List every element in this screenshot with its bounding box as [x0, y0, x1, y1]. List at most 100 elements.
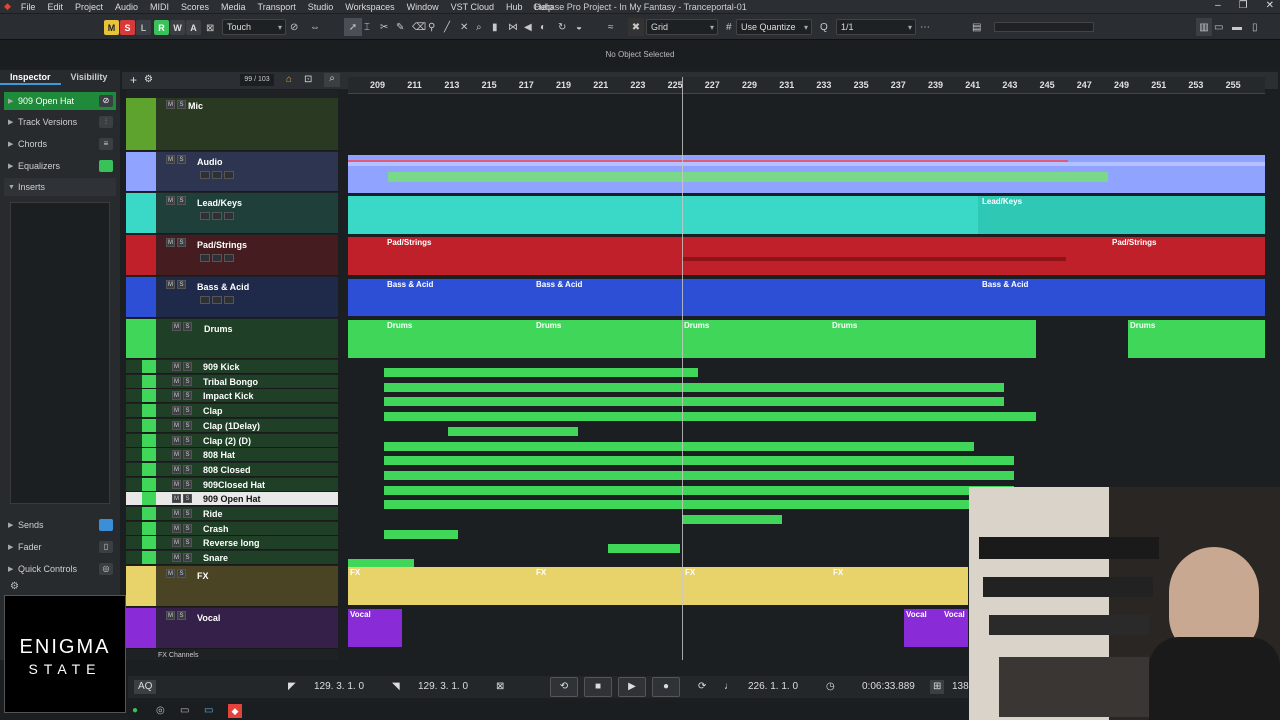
- drum-pattern-event[interactable]: [448, 426, 578, 436]
- glue-tool-icon[interactable]: ⚲: [428, 18, 435, 36]
- quantize-value-dropdown[interactable]: 1/1: [836, 19, 916, 35]
- solo-button[interactable]: S: [183, 322, 192, 331]
- solo-button[interactable]: S: [183, 494, 192, 504]
- monitor-button[interactable]: [212, 212, 222, 220]
- solo-button[interactable]: S: [183, 523, 192, 533]
- solo-button[interactable]: S: [183, 391, 192, 401]
- edit-button[interactable]: [224, 254, 234, 262]
- track-lead-keys[interactable]: MS Lead/Keys: [126, 193, 338, 234]
- color-tool-icon[interactable]: ◐: [540, 18, 546, 36]
- chords-icon[interactable]: ≡: [99, 138, 113, 150]
- mute-button[interactable]: M: [172, 362, 181, 371]
- track-audio[interactable]: MS Audio: [126, 152, 338, 192]
- vocal-event[interactable]: Vocal: [348, 609, 402, 647]
- drum-pattern-event[interactable]: [384, 441, 974, 451]
- cycle-button[interactable]: ⟲: [550, 677, 578, 697]
- minimize-icon[interactable]: –: [1215, 0, 1221, 11]
- tempo-sync-icon[interactable]: ⊞: [930, 680, 945, 694]
- time-warp-tool-icon[interactable]: ⋈: [508, 18, 518, 36]
- snap-type-dropdown[interactable]: Grid: [646, 19, 718, 35]
- restore-icon[interactable]: ❐: [1239, 0, 1248, 11]
- play-button[interactable]: ▶: [618, 677, 646, 697]
- solo-button[interactable]: S: [177, 196, 186, 205]
- line-tool-icon[interactable]: ╱: [444, 18, 450, 36]
- section-fader[interactable]: ▶ Fader ▯: [4, 538, 116, 556]
- track-height-icon[interactable]: ▤: [972, 18, 981, 36]
- mute-button[interactable]: M: [172, 538, 181, 548]
- track-vocal[interactable]: MS Vocal: [126, 608, 338, 649]
- range-tool-icon[interactable]: ⌶: [364, 18, 370, 36]
- menu-vst-cloud[interactable]: VST Cloud: [445, 2, 500, 12]
- mute-button[interactable]: M: [172, 494, 181, 504]
- erase-tool-icon[interactable]: ⌫: [412, 18, 426, 36]
- mute-button[interactable]: M: [166, 155, 175, 164]
- record-button[interactable]: [200, 212, 210, 220]
- search-icon[interactable]: ⌕: [324, 73, 340, 87]
- drums-event[interactable]: Drums: [1128, 320, 1265, 358]
- drum-subtrack[interactable]: M S Impact Kick: [126, 389, 338, 404]
- timeline-ruler[interactable]: 209 211 213 215 217 219 221 223 225 227 229 231 233 2…: [348, 77, 1265, 94]
- layout-icon-3[interactable]: ▬: [1232, 18, 1242, 36]
- mute-button[interactable]: M: [166, 100, 175, 109]
- edit-button[interactable]: [224, 212, 234, 220]
- solo-button[interactable]: S: [177, 611, 186, 620]
- close-icon[interactable]: ✕: [1266, 0, 1274, 11]
- grid-type-dropdown[interactable]: Use Quantize: [736, 19, 812, 35]
- mute-button[interactable]: M: [172, 376, 181, 386]
- menu-workspaces[interactable]: Workspaces: [339, 2, 400, 12]
- sends-bypass-icon[interactable]: [99, 519, 113, 531]
- right-locator-icon[interactable]: ◥: [392, 680, 400, 694]
- record-button[interactable]: [200, 296, 210, 304]
- add-track-icon[interactable]: +: [130, 73, 137, 87]
- drum-subtrack[interactable]: M S 909 Kick: [126, 360, 338, 374]
- cubase-taskbar-icon[interactable]: ◆: [228, 704, 242, 718]
- mute-button[interactable]: M: [172, 479, 181, 489]
- left-locator[interactable]: 129. 3. 1. 0: [314, 680, 364, 694]
- section-chords[interactable]: ▶ Chords ≡: [4, 135, 116, 153]
- drum-subtrack[interactable]: M S Snare: [126, 551, 338, 566]
- solo-button[interactable]: S: [183, 362, 192, 371]
- write-automation-button[interactable]: W: [170, 20, 185, 35]
- solo-toggle-button[interactable]: S: [120, 20, 135, 35]
- app-icon[interactable]: ◎: [156, 705, 165, 716]
- zoom-tool-icon[interactable]: ⌕: [476, 18, 482, 36]
- mute-button[interactable]: M: [166, 569, 175, 578]
- home-icon[interactable]: ⌂: [286, 74, 292, 85]
- solo-button[interactable]: S: [177, 569, 186, 578]
- mute-toggle-button[interactable]: M: [104, 20, 119, 35]
- drum-pattern-event[interactable]: [682, 515, 782, 524]
- tempo-value[interactable]: 138: [952, 680, 969, 694]
- record-button[interactable]: ●: [652, 677, 680, 697]
- mute-tool-icon[interactable]: ✕: [460, 18, 468, 36]
- track-pad-strings[interactable]: MS Pad/Strings: [126, 235, 338, 276]
- metronome-icon[interactable]: ♩: [724, 680, 734, 694]
- mute-button[interactable]: M: [166, 280, 175, 289]
- mute-button[interactable]: M: [172, 523, 181, 533]
- mute-button[interactable]: M: [166, 238, 175, 247]
- solo-button[interactable]: S: [177, 155, 186, 164]
- right-locator[interactable]: 129. 3. 1. 0: [418, 680, 468, 694]
- tab-inspector[interactable]: Inspector: [0, 70, 61, 85]
- suspend-icon[interactable]: ⊘: [290, 18, 298, 36]
- tab-visibility[interactable]: Visibility: [61, 70, 118, 85]
- draw-tool-icon[interactable]: ✎: [396, 18, 404, 36]
- punch-icon[interactable]: ⟳: [698, 680, 706, 694]
- project-cursor[interactable]: [682, 77, 683, 660]
- drum-subtrack[interactable]: M S 909 Open Hat: [126, 492, 338, 507]
- solo-button[interactable]: S: [183, 464, 192, 474]
- mute-button[interactable]: M: [172, 553, 181, 563]
- drum-subtrack[interactable]: M S 909Closed Hat: [126, 477, 338, 492]
- solo-button[interactable]: S: [183, 406, 192, 416]
- pad-strings-event[interactable]: Pad/Strings Pad/Strings: [348, 237, 1265, 275]
- mute-button[interactable]: M: [172, 406, 181, 416]
- inspector-track-name[interactable]: ▶ 909 Open Hat ⊘: [4, 92, 116, 110]
- mute-button[interactable]: M: [172, 509, 181, 518]
- mute-button[interactable]: M: [172, 322, 181, 331]
- solo-button[interactable]: S: [183, 479, 192, 489]
- fader-icon[interactable]: ▯: [99, 541, 113, 553]
- menu-file[interactable]: File: [15, 2, 42, 12]
- menu-window[interactable]: Window: [401, 2, 445, 12]
- edit-button[interactable]: [224, 171, 234, 179]
- read-automation-button[interactable]: R: [154, 20, 169, 35]
- track-presets-icon[interactable]: ⚙: [144, 74, 153, 85]
